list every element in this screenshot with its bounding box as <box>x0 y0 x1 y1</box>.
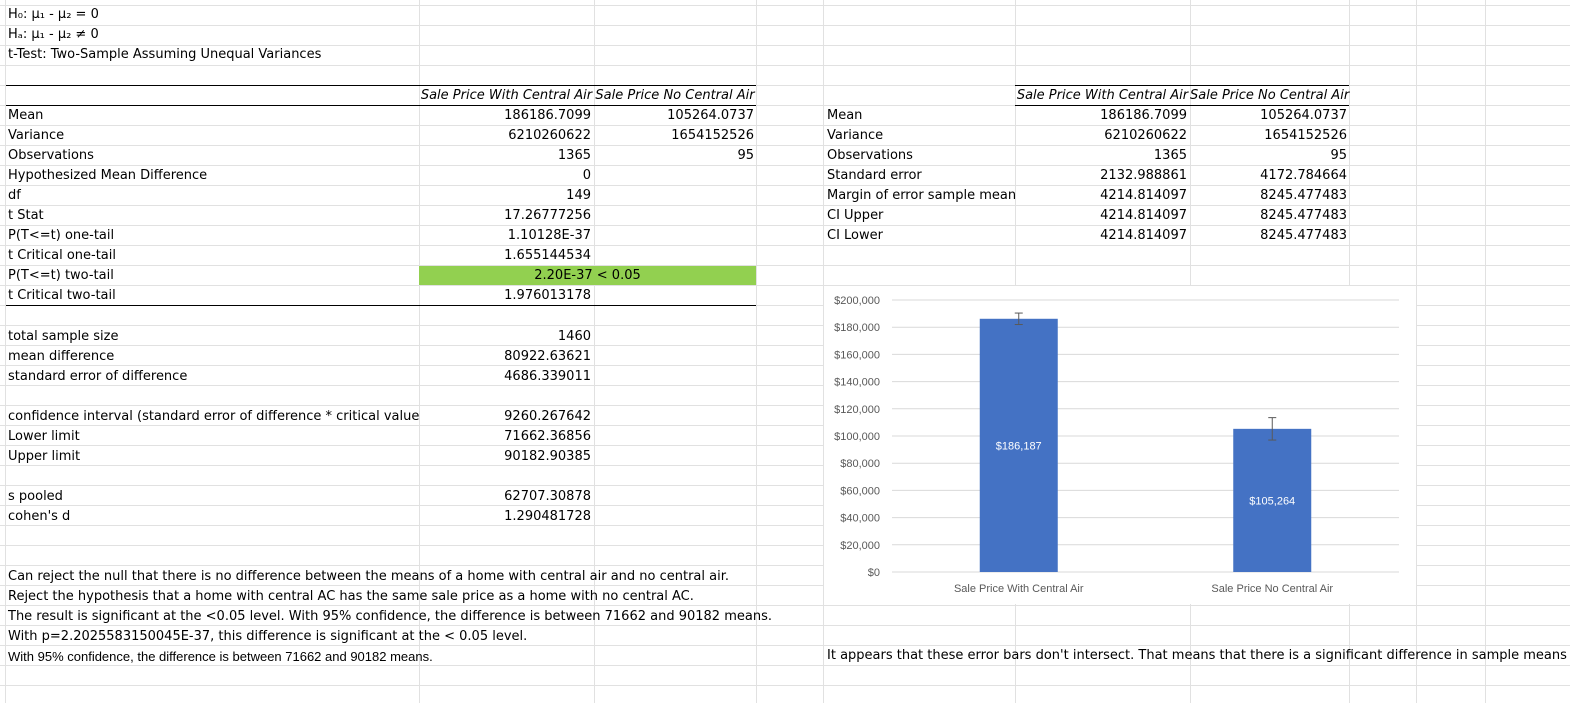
ci-row-value-2[interactable]: 8245.477483 <box>1190 186 1347 206</box>
extra-stat-value[interactable]: 71662.36856 <box>419 427 591 447</box>
ttest-p-two-tail-value[interactable]: 2.20E-37 < 0.05 <box>419 266 756 286</box>
extra-stat-label[interactable]: confidence interval (standard error of d… <box>8 407 419 427</box>
ttest-row-label[interactable]: Observations <box>8 146 94 166</box>
ci-row-label[interactable]: Mean <box>827 106 862 126</box>
y-tick-label: $180,000 <box>834 322 880 334</box>
extra-stat-value[interactable]: 80922.63621 <box>419 347 591 367</box>
bar-data-label: $105,264 <box>1249 495 1295 507</box>
ci-row-value-2[interactable]: 4172.784664 <box>1190 166 1347 186</box>
ttest-row-label[interactable]: Hypothesized Mean Difference <box>8 166 207 186</box>
ttest-row-value-1[interactable]: 149 <box>419 186 591 206</box>
bar-chart-svg: $0 $20,000 $40,000 $60,000 $80,000 $100,000 $1… <box>834 295 1399 595</box>
ttest-row-label[interactable]: Mean <box>8 106 43 126</box>
ci-row-value-1[interactable]: 6210260622 <box>1015 126 1187 146</box>
ci-row-label[interactable]: Observations <box>827 146 913 166</box>
ci-row-label[interactable]: Margin of error sample mean <box>827 186 1016 206</box>
conclusion-line[interactable]: Reject the hypothesis that a home with c… <box>8 587 694 607</box>
ci-row-value-2[interactable]: 95 <box>1190 146 1347 166</box>
ttest-row-label[interactable]: df <box>8 186 21 206</box>
ci-row-value-1[interactable]: 4214.814097 <box>1015 186 1187 206</box>
ttest-row-label[interactable]: P(T<=t) two-tail <box>8 266 114 286</box>
extra-stat-label[interactable]: Upper limit <box>8 447 80 467</box>
extra-stat-value[interactable]: 90182.90385 <box>419 447 591 467</box>
alt-hypothesis[interactable]: Hₐ: μ₁ - μ₂ ≠ 0 <box>8 25 99 45</box>
ci-row-label[interactable]: CI Upper <box>827 206 883 226</box>
ttest-row-label[interactable]: Variance <box>8 126 64 146</box>
ttest-bottom-rule <box>6 305 756 306</box>
test-title[interactable]: t-Test: Two-Sample Assuming Unequal Vari… <box>8 45 321 65</box>
y-tick-label: $120,000 <box>834 404 880 416</box>
ttest-row-label[interactable]: P(T<=t) one-tail <box>8 226 114 246</box>
ttest-row-value-1[interactable]: 1365 <box>419 146 591 166</box>
ci-row-value-2[interactable]: 8245.477483 <box>1190 226 1347 246</box>
ci-row-value-1[interactable]: 2132.988861 <box>1015 166 1187 186</box>
y-tick-label: $20,000 <box>840 540 880 552</box>
conclusion-line[interactable]: With p=2.2025583150045E-37, this differe… <box>8 627 527 647</box>
extra-stat-value[interactable]: 62707.30878 <box>419 487 591 507</box>
conclusion-line[interactable]: Can reject the null that there is no dif… <box>8 567 729 587</box>
y-tick-label: $200,000 <box>834 295 880 307</box>
y-tick-label: $40,000 <box>840 513 880 525</box>
ttest-col1-header[interactable]: Sale Price With Central Air <box>419 86 594 106</box>
ttest-row-label[interactable]: t Critical one-tail <box>8 246 116 266</box>
ci-row-value-2[interactable]: 1654152526 <box>1190 126 1347 146</box>
ci-row-label[interactable]: CI Lower <box>827 226 883 246</box>
ttest-row-label[interactable]: t Stat <box>8 206 44 226</box>
ci-row-value-2[interactable]: 105264.0737 <box>1190 106 1347 126</box>
y-tick-label: $0 <box>868 567 880 579</box>
ttest-row-value-1[interactable]: 1.655144534 <box>419 246 591 266</box>
ci-row-value-1[interactable]: 4214.814097 <box>1015 206 1187 226</box>
error-bar-note[interactable]: It appears that these error bars don't i… <box>827 646 1567 666</box>
ttest-row-value-1[interactable]: 17.26777256 <box>419 206 591 226</box>
ttest-row-value-1[interactable]: 0 <box>419 166 591 186</box>
bar-data-label: $186,187 <box>996 440 1042 452</box>
bar-chart[interactable]: $0 $20,000 $40,000 $60,000 $80,000 $100,000 $1… <box>824 286 1416 604</box>
ci-row-value-1[interactable]: 1365 <box>1015 146 1187 166</box>
extra-stat-label[interactable]: Lower limit <box>8 427 80 447</box>
ci-col2-header[interactable]: Sale Price No Central Air <box>1190 86 1349 106</box>
y-tick-label: $80,000 <box>840 458 880 470</box>
y-tick-label: $60,000 <box>840 485 880 497</box>
ttest-row-value-2[interactable]: 95 <box>594 146 754 166</box>
ci-row-value-2[interactable]: 8245.477483 <box>1190 206 1347 226</box>
ci-row-value-1[interactable]: 186186.7099 <box>1015 106 1187 126</box>
ttest-row-value-2[interactable]: 1654152526 <box>594 126 754 146</box>
extra-stat-value[interactable]: 1.290481728 <box>419 507 591 527</box>
extra-stat-value[interactable]: 4686.339011 <box>419 367 591 387</box>
y-tick-label: $140,000 <box>834 377 880 389</box>
ci-row-label[interactable]: Standard error <box>827 166 922 186</box>
extra-stat-label[interactable]: s pooled <box>8 487 63 507</box>
y-tick-label: $160,000 <box>834 349 880 361</box>
extra-stat-label[interactable]: total sample size <box>8 327 118 347</box>
extra-stat-label[interactable]: mean difference <box>8 347 114 367</box>
ci-row-value-1[interactable]: 4214.814097 <box>1015 226 1187 246</box>
ci-col1-header[interactable]: Sale Price With Central Air <box>1015 86 1190 106</box>
extra-stat-label[interactable]: cohen's d <box>8 507 70 527</box>
ttest-row-value-1[interactable]: 1.10128E-37 <box>419 226 591 246</box>
conclusion-line[interactable]: With 95% confidence, the difference is b… <box>8 647 433 667</box>
y-tick-label: $100,000 <box>834 431 880 443</box>
extra-stat-value[interactable]: 9260.267642 <box>419 407 591 427</box>
conclusion-line[interactable]: The result is significant at the <0.05 l… <box>8 607 772 627</box>
ttest-row-value-1[interactable]: 186186.7099 <box>419 106 591 126</box>
x-category-label: Sale Price With Central Air <box>954 583 1084 595</box>
extra-stat-value[interactable]: 1460 <box>419 327 591 347</box>
ttest-row-value-1[interactable]: 1.976013178 <box>419 286 591 306</box>
x-category-label: Sale Price No Central Air <box>1211 583 1333 595</box>
extra-stat-label[interactable]: standard error of difference <box>8 367 187 387</box>
ttest-row-value-1[interactable]: 6210260622 <box>419 126 591 146</box>
ttest-col2-header[interactable]: Sale Price No Central Air <box>594 86 756 106</box>
ttest-row-label[interactable]: t Critical two-tail <box>8 286 116 306</box>
ci-row-label[interactable]: Variance <box>827 126 883 146</box>
null-hypothesis[interactable]: H₀: μ₁ - μ₂ = 0 <box>8 5 99 25</box>
ttest-row-value-2[interactable]: 105264.0737 <box>594 106 754 126</box>
